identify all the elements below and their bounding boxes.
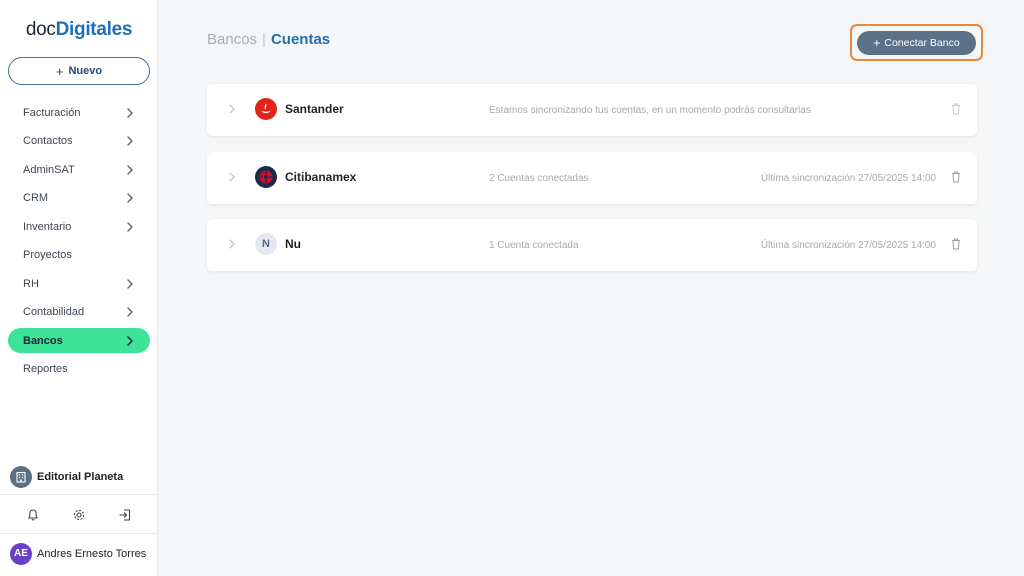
sidebar-item-label: Facturación [23,106,81,119]
bell-icon[interactable] [26,508,40,522]
sidebar-item-contabilidad[interactable]: Contabilidad [8,300,150,325]
citibanamex-logo [255,166,277,188]
bank-name: Nu [285,237,301,251]
sidebar-item-bancos[interactable]: Bancos [8,328,150,353]
user-name: Andres Ernesto Torres [37,547,147,560]
sidebar-item-reportes[interactable]: Reportes [8,357,150,382]
chevron-right-icon [124,306,136,318]
sidebar-bottom-icons [0,502,158,528]
sidebar-item-label: Contactos [23,135,73,147]
chevron-right-icon[interactable] [226,103,238,115]
chevron-right-icon[interactable] [226,238,238,250]
sidebar-item-rh[interactable]: RH [8,271,150,296]
sidebar-item-label: Bancos [23,334,63,347]
santander-logo [255,98,277,120]
bank-card-santander[interactable]: Santander Estamos sincronizando tus cuen… [207,84,977,136]
connect-bank-highlight: + Conectar Banco [850,24,983,61]
sidebar: docDigitales + Nuevo Facturación Contact… [0,0,158,576]
logo-part-doc: doc [25,19,56,40]
building-icon [10,466,32,488]
user-profile[interactable]: AE Andres Ernesto Torres [0,541,158,566]
chevron-right-icon [124,107,136,119]
chevron-right-icon [124,221,136,233]
bank-card-citibanamex[interactable]: Citibanamex 2 Cuentas conectadas Última … [207,152,977,204]
sidebar-item-crm[interactable]: CRM [8,186,150,211]
bank-card-nu[interactable]: N Nu 1 Cuenta conectada Última sincroniz… [207,219,977,271]
gear-icon[interactable] [72,508,86,522]
app-logo[interactable]: docDigitales [0,19,158,41]
company-name: Editorial Planeta [37,471,124,483]
bank-status: Estamos sincronizando tus cuentas, en un… [489,105,811,116]
sidebar-item-adminsat[interactable]: AdminSAT [8,157,150,182]
breadcrumb: Bancos | Cuentas [207,31,330,48]
trash-icon[interactable] [951,171,961,183]
new-button-label: Nuevo [68,65,103,77]
chevron-right-icon [124,278,136,290]
chevron-right-icon [124,135,136,147]
avatar: AE [10,542,32,565]
sidebar-item-label: AdminSAT [23,163,75,176]
logo-part-digitales: Digitales [55,19,133,40]
plus-icon: + [55,63,64,79]
sidebar-item-label: Contabilidad [23,306,85,318]
trash-icon[interactable] [951,238,961,250]
sidebar-item-label: RH [23,277,39,290]
breadcrumb-parent[interactable]: Bancos [207,31,257,48]
sidebar-item-contactos[interactable]: Contactos [8,129,150,154]
chevron-right-icon[interactable] [226,171,238,183]
divider [0,533,158,534]
bank-last-sync: Última sincronización 27/05/2025 14:00 [760,173,936,184]
divider [0,494,158,495]
plus-icon: + [873,35,881,50]
new-button[interactable]: + Nuevo [8,57,150,85]
nu-logo: N [255,233,277,255]
sidebar-item-facturacion[interactable]: Facturación [8,100,150,125]
sidebar-item-label: CRM [23,192,49,204]
breadcrumb-separator: | [262,31,266,48]
chevron-right-icon [124,164,136,176]
connect-bank-label: Conectar Banco [884,36,960,49]
bank-last-sync: Última sincronización 27/05/2025 14:00 [760,240,936,251]
trash-icon[interactable] [951,103,961,115]
bank-status: 1 Cuenta conectada [489,240,579,251]
sidebar-item-inventario[interactable]: Inventario [8,214,150,239]
chevron-right-icon [124,335,136,347]
sidebar-nav: Facturación Contactos AdminSAT CRM Inven… [8,100,150,385]
bank-name: Santander [285,102,344,116]
chevron-right-icon [124,192,136,204]
sidebar-item-label: Reportes [23,363,68,375]
bank-status: 2 Cuentas conectadas [489,173,589,184]
sidebar-item-label: Proyectos [23,249,72,261]
breadcrumb-current: Cuentas [270,31,331,48]
sidebar-item-label: Inventario [23,220,72,233]
sidebar-item-proyectos[interactable]: Proyectos [8,243,150,268]
company-selector[interactable]: Editorial Planeta [0,460,158,494]
logout-icon[interactable] [118,508,132,522]
bank-name: Citibanamex [285,170,357,184]
connect-bank-button[interactable]: + Conectar Banco [857,30,976,55]
